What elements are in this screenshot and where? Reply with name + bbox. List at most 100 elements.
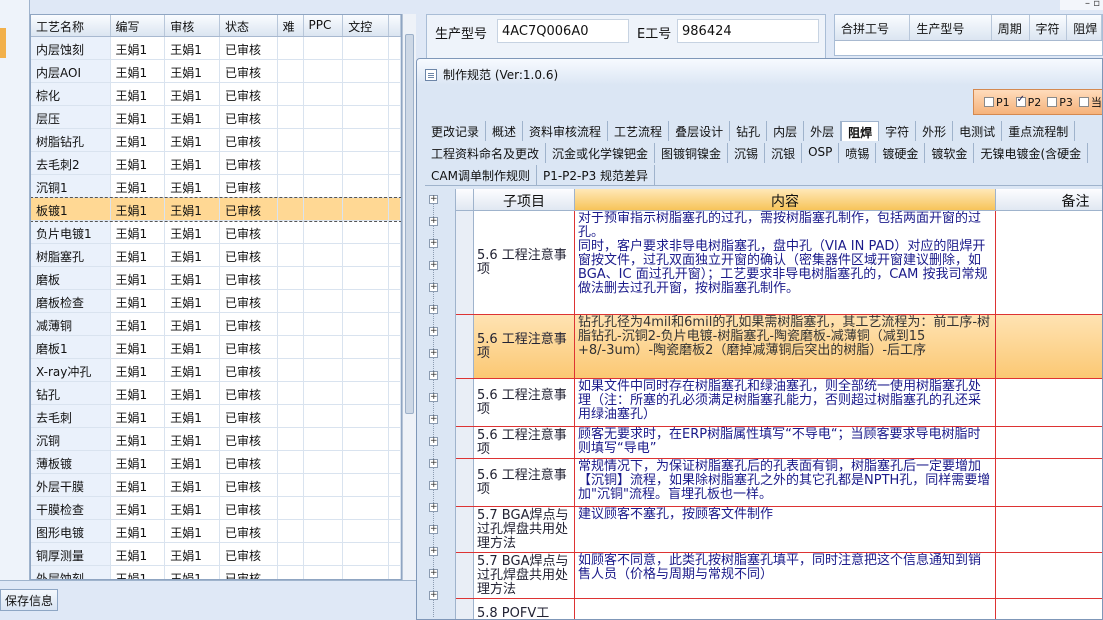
phase-option-1[interactable]: P2 [1015,94,1041,109]
process-row[interactable]: 去毛刺 王娟1 王娟1 已审核 [31,405,401,428]
tab-tabs_row1-12[interactable]: 重点流程制 [1002,121,1076,141]
e-number-field[interactable]: 986424 [677,19,819,43]
col-header-merge-no[interactable]: 合拼工号 [835,15,911,40]
tab-tabs_row2-3[interactable]: 沉锡 [728,143,766,163]
phase-option-0[interactable]: P1 [984,96,1010,109]
tab-tabs_row2-5[interactable]: OSP [802,143,840,163]
checkbox-icon[interactable] [984,97,994,107]
tab-tabs_row1-5[interactable]: 钻孔 [730,121,768,141]
col-header-soldermask[interactable]: 阻焊 [1067,15,1102,40]
phase-option-2[interactable]: P3 [1047,96,1073,109]
expand-icon[interactable]: + [429,371,438,380]
spec-row[interactable]: 5.6 工程注意事项 对于预审指示树脂塞孔的过孔，需按树脂塞孔制作，包括两面开窗的… [456,211,1102,315]
process-row[interactable]: X-ray冲孔 王娟1 王娟1 已审核 [31,359,401,382]
spec-row[interactable]: 5.6 工程注意事项 常规情况下，为保证树脂塞孔后的孔表面有铜，树脂塞孔后一定要增… [456,459,1102,507]
col-header-model[interactable]: 生产型号 [910,15,992,40]
tab-tabs_row2-4[interactable]: 沉银 [765,143,803,163]
tab-tabs_row2-0[interactable]: 工程资料命名及更改 [425,143,547,163]
expand-icon[interactable]: + [429,283,438,292]
col-header-ppc[interactable]: PPC [304,15,344,36]
col-header-legend[interactable]: 字符 [1030,15,1068,40]
spec-row[interactable]: 5.8 POFV工 [456,599,1102,619]
col-header-doc-control[interactable]: 文控 [343,15,390,36]
tab-tabs_row1-3[interactable]: 工艺流程 [608,121,670,141]
process-row[interactable]: 棕化 王娟1 王娟1 已审核 [31,83,401,106]
process-row[interactable]: 薄板镀 王娟1 王娟1 已审核 [31,451,401,474]
expand-icon[interactable]: + [429,481,438,490]
process-row[interactable]: 外层干膜 王娟1 王娟1 已审核 [31,474,401,497]
checkbox-icon[interactable] [1015,94,1026,107]
scrollbar-thumb[interactable] [405,34,414,414]
spec-row[interactable]: 5.7 BGA焊点与过孔焊盘共用处理方法 如顾客不同意，此类孔按树脂塞孔填平，同时… [456,553,1102,599]
expand-icon[interactable]: + [429,569,438,578]
spec-row[interactable]: 5.6 工程注意事项 钻孔孔径为4mil和6mil的孔如果需树脂塞孔，其工艺流程为… [456,315,1102,379]
process-row[interactable]: 图形电镀 王娟1 王娟1 已审核 [31,520,401,543]
expand-icon[interactable]: + [429,349,438,358]
process-row[interactable]: 磨板1 王娟1 王娟1 已审核 [31,336,401,359]
process-row[interactable]: 负片电镀1 王娟1 王娟1 已审核 [31,221,401,244]
col-header-subitem[interactable]: 子项目 [474,189,575,211]
tab-tabs_row2-9[interactable]: 无镍电镀金(含硬金 [974,143,1089,163]
tab-tabs_row1-2[interactable]: 资料审核流程 [523,121,609,141]
col-header-period[interactable]: 周期 [992,15,1030,40]
process-grid-scrollbar[interactable] [402,14,416,580]
tab-tabs_row1-9[interactable]: 字符 [879,121,917,141]
checkbox-icon[interactable] [1078,97,1089,107]
col-header-status[interactable]: 状态 [220,15,278,36]
phase-option-3[interactable]: 当 [1078,96,1102,109]
tab-tabs_row2-7[interactable]: 镀硬金 [876,143,926,163]
expand-icon[interactable]: + [429,393,438,402]
col-header-process[interactable]: 工艺名称 [31,15,111,36]
expand-icon[interactable]: + [429,217,438,226]
tab-tabs_row3-1[interactable]: P1-P2-P3 规范差异 [537,165,656,185]
process-row[interactable]: 铜厚测量 王娟1 王娟1 已审核 [31,543,401,566]
window-controls[interactable]: – ▫ [1060,0,1103,10]
process-row[interactable]: 层压 王娟1 王娟1 已审核 [31,106,401,129]
col-header-remark[interactable]: 备注 [996,189,1102,211]
expand-icon[interactable]: + [429,591,438,600]
tab-tabs_row1-11[interactable]: 电测试 [953,121,1003,141]
expand-icon[interactable]: + [429,195,438,204]
process-row[interactable]: 沉铜 王娟1 王娟1 已审核 [31,428,401,451]
tab-tabs_row3-0[interactable]: CAM调单制作规则 [425,165,537,185]
expand-icon[interactable]: + [429,525,438,534]
expand-icon[interactable]: + [429,547,438,556]
col-header-difficulty[interactable]: 难 [278,15,304,36]
process-row[interactable]: 树脂钻孔 王娟1 王娟1 已审核 [31,129,401,152]
process-row[interactable]: 钻孔 王娟1 王娟1 已审核 [31,382,401,405]
expand-icon[interactable]: + [429,415,438,424]
process-row[interactable]: 减薄铜 王娟1 王娟1 已审核 [31,313,401,336]
process-row[interactable]: 磨板检查 王娟1 王娟1 已审核 [31,290,401,313]
process-row[interactable]: 沉铜1 王娟1 王娟1 已审核 [31,175,401,198]
expand-icon[interactable]: + [429,327,438,336]
tab-tabs_row2-6[interactable]: 喷锡 [839,143,877,163]
expand-icon[interactable]: + [429,437,438,446]
spec-row[interactable]: 5.6 工程注意事项 如果文件中同时存在树脂塞孔和绿油塞孔，则全部统一使用树脂塞孔… [456,379,1102,427]
process-row[interactable]: 外层蚀刻 王娟1 王娟1 已审核 [31,566,401,579]
model-field[interactable]: 4AC7Q006A0 [497,19,629,43]
expand-icon[interactable]: + [429,239,438,248]
tab-tabs_row2-2[interactable]: 图镀铜镍金 [655,143,729,163]
process-row[interactable]: 磨板 王娟1 王娟1 已审核 [31,267,401,290]
tab-tabs_row1-4[interactable]: 叠层设计 [669,121,731,141]
tab-tabs_row1-1[interactable]: 概述 [486,121,524,141]
save-info-tab[interactable]: 保存信息 [0,589,59,611]
process-row[interactable]: 内层AOI 王娟1 王娟1 已审核 [31,60,401,83]
col-header-author[interactable]: 编写 [111,15,166,36]
tab-tabs_row1-0[interactable]: 更改记录 [425,121,487,141]
expand-icon[interactable]: + [429,261,438,270]
tab-tabs_row2-8[interactable]: 镀软金 [925,143,975,163]
tab-tabs_row1-8[interactable]: 阻焊 [841,121,880,141]
expand-icon[interactable]: + [429,459,438,468]
spec-row[interactable]: 5.7 BGA焊点与过孔焊盘共用处理方法 建议顾客不塞孔，按顾客文件制作 [456,507,1102,553]
checkbox-icon[interactable] [1047,97,1058,107]
process-row[interactable]: 树脂塞孔 王娟1 王娟1 已审核 [31,244,401,267]
process-row[interactable]: 干膜检查 王娟1 王娟1 已审核 [31,497,401,520]
tab-tabs_row1-7[interactable]: 外层 [804,121,842,141]
col-header-content[interactable]: 内容 [575,189,996,211]
process-row[interactable]: 板镀1 王娟1 王娟1 已审核 [31,197,401,222]
process-row[interactable]: 去毛刺2 王娟1 王娟1 已审核 [31,152,401,175]
expand-icon[interactable]: + [429,503,438,512]
expand-icon[interactable]: + [429,305,438,314]
process-row[interactable]: 内层蚀刻 王娟1 王娟1 已审核 [31,37,401,60]
